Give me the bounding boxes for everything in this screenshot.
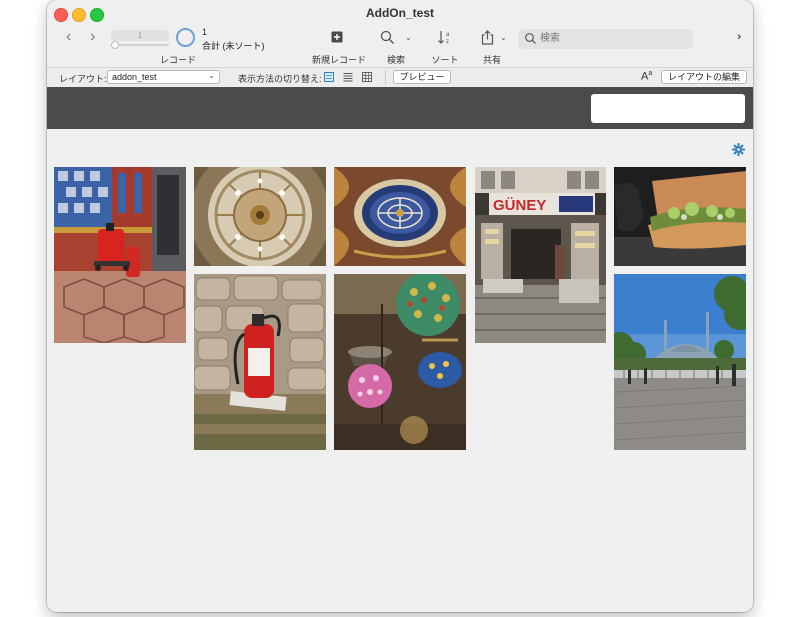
quick-find-box[interactable] (518, 29, 693, 49)
sort-label: ソート (431, 55, 459, 65)
layout-bar-divider (385, 70, 386, 84)
more-toolbar-items-icon[interactable]: ›› (737, 31, 742, 43)
record-slider-knob[interactable] (111, 41, 119, 49)
photo-ornate-ceiling[interactable] (334, 167, 466, 266)
record-total: 合計 (未ソート) (202, 41, 265, 51)
form-view-icon[interactable] (324, 72, 334, 82)
preview-button[interactable]: プレビュー (393, 70, 451, 84)
layout-label: レイアウト: (59, 74, 107, 84)
new-record-label: 新規レコード (311, 55, 366, 65)
layout-header (47, 87, 753, 129)
share-menu-chevron-icon[interactable]: ⌄ (500, 33, 507, 42)
record-slider-track[interactable] (111, 44, 169, 46)
photo-guney-shop[interactable]: GÜNEY (475, 167, 606, 343)
text-format-icon[interactable]: Aa (641, 70, 652, 83)
layout-select-value: addon_test (112, 72, 157, 82)
app-window: AddOn_test ‹ › 1 1 合計 (未ソート) レコード 新規レコード… (47, 0, 753, 612)
edit-layout-button[interactable]: レイアウトの編集 (661, 70, 747, 84)
share-label: 共有 (482, 55, 501, 65)
sort-icon[interactable]: a z (438, 30, 454, 45)
share-icon[interactable] (481, 30, 494, 45)
search-input[interactable] (540, 31, 685, 46)
layout-body: GÜNEY (47, 129, 753, 612)
layout-bar: レイアウト: addon_test ⌄ 表示方法の切り替え: プレビュー Aa … (47, 67, 753, 88)
gear-icon[interactable] (732, 143, 745, 156)
find-menu-chevron-icon[interactable]: ⌄ (405, 33, 412, 42)
layout-select[interactable]: addon_test ⌄ (107, 70, 220, 84)
current-record-field[interactable]: 1 (111, 30, 169, 41)
photo-mosque-dome[interactable] (194, 167, 326, 266)
svg-text:z: z (446, 39, 449, 45)
header-field[interactable] (591, 94, 745, 123)
find-icon[interactable] (380, 30, 395, 45)
svg-text:GÜNEY: GÜNEY (493, 197, 546, 214)
new-record-icon[interactable] (331, 31, 343, 43)
view-as-label: 表示方法の切り替え: (238, 74, 322, 84)
previous-record-button[interactable]: ‹ (66, 28, 71, 46)
next-record-button[interactable]: › (90, 28, 95, 46)
list-view-icon[interactable] (343, 72, 353, 82)
records-label: レコード (160, 55, 197, 65)
photo-mosaic-lamps[interactable] (334, 274, 466, 450)
photo-extinguisher-stone-wall[interactable] (194, 274, 326, 450)
svg-text:a: a (446, 32, 450, 38)
photo-tiled-wall-extinguishers[interactable] (54, 167, 186, 343)
record-progress-icon (176, 28, 195, 47)
window-title: AddOn_test (365, 6, 434, 20)
photo-blue-mosque-square[interactable] (614, 274, 746, 450)
table-view-icon[interactable] (362, 72, 372, 82)
search-icon (525, 33, 536, 44)
chevron-down-icon: ⌄ (208, 71, 215, 80)
photo-sandwich[interactable] (614, 167, 746, 266)
toolbar: ‹ › 1 1 合計 (未ソート) レコード 新規レコード ⌄ 検索 a z ソ… (47, 22, 753, 67)
find-label: 検索 (386, 55, 405, 65)
record-count: 1 (202, 27, 208, 37)
